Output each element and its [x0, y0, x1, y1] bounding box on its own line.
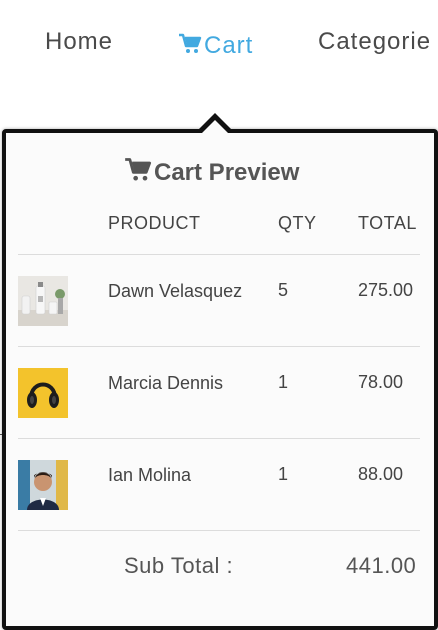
- bottles-product-thumbnail: [18, 276, 68, 326]
- headphones-product-thumbnail: [18, 368, 68, 418]
- cart-item-row[interactable]: Dawn Velasquez 5 275.00: [0, 255, 438, 345]
- nav-cart-label: Cart: [204, 32, 254, 59]
- man-portrait-product-thumbnail: [18, 460, 68, 510]
- cart-item-name: Ian Molina: [108, 465, 192, 485]
- cart-item-total: 78.00: [358, 372, 404, 392]
- nav-cart-link[interactable]: Cart: [178, 32, 253, 60]
- column-header-total: TOTAL: [358, 213, 417, 233]
- divider: [18, 530, 420, 531]
- nav-home-link[interactable]: Home: [45, 28, 113, 56]
- nav-categories-link[interactable]: Categorie: [318, 28, 431, 56]
- popup-caret-fill: [202, 120, 228, 133]
- cart-item-qty: 1: [278, 464, 289, 484]
- column-header-product: PRODUCT: [108, 213, 201, 233]
- cart-preview-title-text: Cart Preview: [154, 159, 300, 186]
- cart-item-name: Marcia Dennis: [108, 373, 224, 393]
- cart-icon: [179, 33, 202, 53]
- cart-item-row[interactable]: Marcia Dennis 1 78.00: [0, 347, 438, 437]
- top-nav: Home Cart Categorie: [0, 0, 438, 90]
- subtotal-value: 441.00: [346, 553, 417, 578]
- cart-preview-title: Cart Preview: [124, 157, 299, 187]
- cart-item-qty: 1: [278, 372, 289, 392]
- cart-item-total: 88.00: [358, 464, 404, 484]
- cart-icon: [125, 158, 152, 181]
- cart-item-row[interactable]: Ian Molina 1 88.00: [0, 439, 438, 529]
- subtotal-label: Sub Total :: [124, 553, 234, 578]
- cart-item-name: Dawn Velasquez: [108, 281, 243, 301]
- cart-item-qty: 5: [278, 280, 289, 300]
- column-header-qty: QTY: [278, 213, 317, 233]
- cart-item-total: 275.00: [358, 280, 414, 300]
